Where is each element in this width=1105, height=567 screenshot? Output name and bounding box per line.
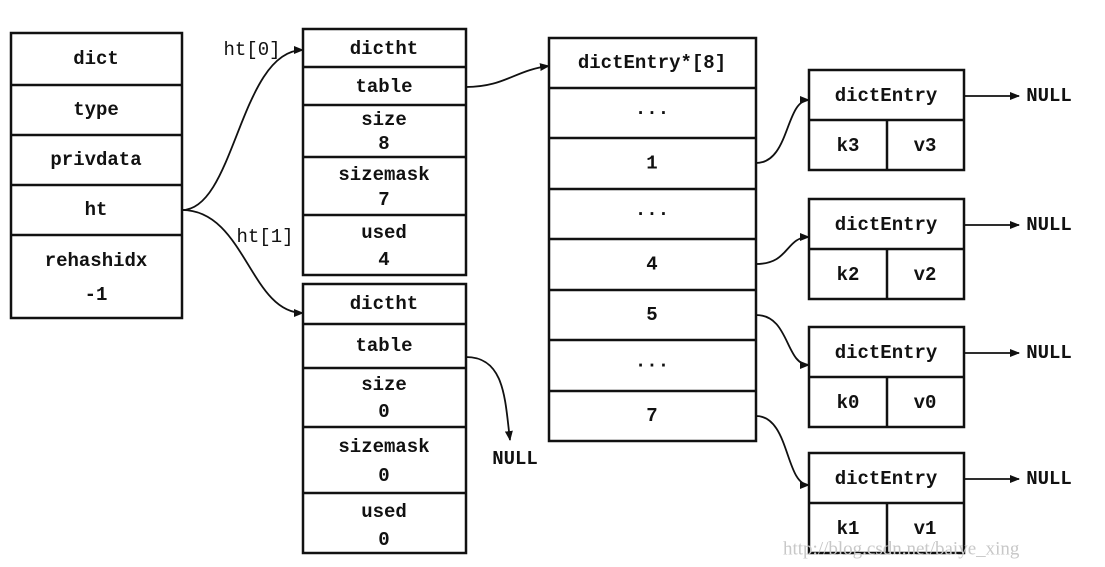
dict-privdata-field: privdata xyxy=(50,149,141,171)
array-bucket: 1 xyxy=(646,153,657,175)
array-bucket: 4 xyxy=(646,254,657,276)
dict-ht-field: ht xyxy=(85,199,108,221)
dict-entry: dictEntry k0 v0 NULL xyxy=(807,325,1072,429)
dict-entry-next-null: NULL xyxy=(1026,342,1072,364)
dictht-0-table: table xyxy=(355,76,412,98)
arrow-bucket7-to-entry xyxy=(755,415,810,489)
dict-entry-key: k1 xyxy=(837,518,860,540)
dict-entry-title: dictEntry xyxy=(835,468,938,490)
ht1-label: ht[1] xyxy=(236,226,293,248)
arrow-bucket4-to-entry xyxy=(755,233,810,265)
array-bucket: ... xyxy=(635,351,669,373)
dictht-1-sizemask: 0 xyxy=(378,465,389,487)
array-bucket: ... xyxy=(635,199,669,221)
dict-entry-title: dictEntry xyxy=(835,85,938,107)
dict-entry-title: dictEntry xyxy=(835,342,938,364)
dictht-1-used-label: used xyxy=(361,501,407,523)
dict-struct: dict type privdata ht rehashidx -1 xyxy=(9,31,184,320)
dict-title: dict xyxy=(73,48,119,70)
dictht-1-used: 0 xyxy=(378,529,389,551)
dictht-0-used-label: used xyxy=(361,222,407,244)
dictht-1-size-label: size xyxy=(361,374,407,396)
dict-entry-value: v0 xyxy=(914,392,937,414)
dictht-0: dictht table size 8 sizemask 7 used 4 xyxy=(301,27,468,277)
dict-entry-title: dictEntry xyxy=(835,214,938,236)
redis-dict-diagram: dict type privdata ht rehashidx -1 dicth… xyxy=(9,27,1072,559)
ht0-label: ht[0] xyxy=(223,39,280,61)
dictht-0-size: 8 xyxy=(378,133,389,155)
dict-rehashidx-value: -1 xyxy=(85,284,108,306)
dict-entry-next-null: NULL xyxy=(1026,468,1072,490)
dictht-1-table: table xyxy=(355,335,412,357)
dict-entry-value: v2 xyxy=(914,264,937,286)
arrow-table1-to-null xyxy=(465,356,513,441)
dict-entry-array: dictEntry*[8] ... 1... 4 5... 7 xyxy=(547,36,758,443)
array-bucket: ... xyxy=(635,98,669,120)
dict-entry-key: k3 xyxy=(837,135,860,157)
dictht-0-size-label: size xyxy=(361,109,407,131)
dict-entry-key: k0 xyxy=(837,392,860,414)
dict-entry-value: v1 xyxy=(914,518,937,540)
array-title: dictEntry*[8] xyxy=(578,52,726,74)
dict-rehashidx-label: rehashidx xyxy=(45,250,148,272)
arrow-bucket1-to-entry xyxy=(755,96,810,164)
arrow-ht-to-ht0 xyxy=(181,46,304,211)
dictht-1-sizemask-label: sizemask xyxy=(338,436,429,458)
arrow-table0-to-array xyxy=(465,63,550,88)
ht1-table-null: NULL xyxy=(492,448,538,470)
dict-entry: dictEntry k2 v2 NULL xyxy=(807,197,1072,301)
dictht-0-used: 4 xyxy=(378,249,389,271)
dictht-1-size: 0 xyxy=(378,401,389,423)
dictht-0-sizemask: 7 xyxy=(378,189,389,211)
dictht-1: dictht table size 0 sizemask 0 used 0 xyxy=(301,282,468,555)
dict-entry-key: k2 xyxy=(837,264,860,286)
dict-type-field: type xyxy=(73,99,119,121)
dict-entry-next-null: NULL xyxy=(1026,85,1072,107)
dictht-0-sizemask-label: sizemask xyxy=(338,164,429,186)
array-bucket: 5 xyxy=(646,304,657,326)
dictht-1-title: dictht xyxy=(350,293,418,315)
arrow-bucket5-to-entry xyxy=(755,314,810,369)
dict-entry-next-null: NULL xyxy=(1026,214,1072,236)
dict-entry-value: v3 xyxy=(914,135,937,157)
watermark: http://blog.csdn.net/baiye_xing xyxy=(783,538,1020,559)
dictht-0-title: dictht xyxy=(350,38,418,60)
dict-entry: dictEntry k3 v3 NULL xyxy=(807,68,1072,172)
array-bucket: 7 xyxy=(646,405,657,427)
